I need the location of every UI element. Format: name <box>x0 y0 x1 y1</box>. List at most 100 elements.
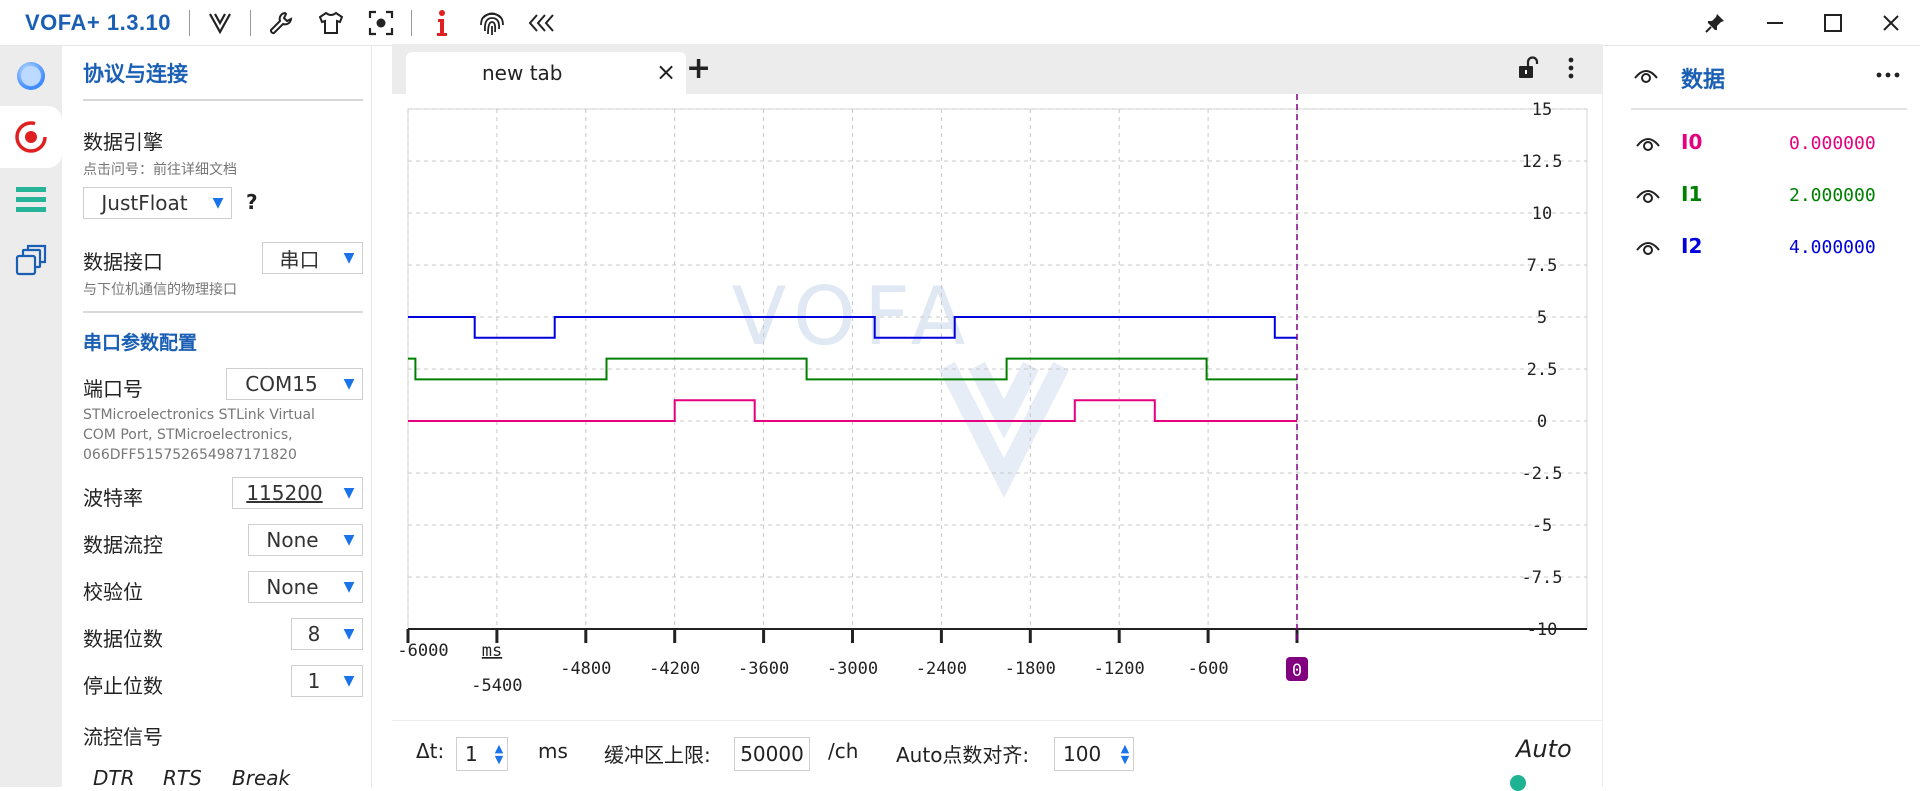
chevron-down-icon: ▼ <box>343 532 355 548</box>
app-title: VOFA+ 1.3.10 <box>25 9 172 35</box>
data-bits-label: 数据位数 <box>83 627 163 651</box>
y-tick-label: 12.5 <box>1522 152 1563 172</box>
auto-align-label: Auto点数对齐: <box>896 743 1030 767</box>
record-icon[interactable] <box>0 106 62 168</box>
eye-icon[interactable] <box>1635 238 1661 262</box>
tab-bar: new tab × + <box>392 44 1602 94</box>
toolbar-separator <box>250 9 252 36</box>
minimize-icon[interactable] <box>1750 0 1800 46</box>
data-bits-select[interactable]: 8 ▼ <box>291 618 363 650</box>
rts-toggle[interactable]: RTS <box>163 766 202 790</box>
collapse-left-icon[interactable] <box>522 3 562 43</box>
dt-label: Δt: <box>416 739 445 763</box>
eye-icon[interactable] <box>1635 186 1661 210</box>
x-tick-label: -1200 <box>1094 659 1145 679</box>
buffer-unit: /ch <box>828 739 859 763</box>
baud-select[interactable]: 115200 ▼ <box>232 477 363 509</box>
add-tab-button[interactable]: + <box>686 52 711 86</box>
x-tick-label: -3000 <box>827 659 878 679</box>
connection-icon[interactable] <box>0 46 62 106</box>
y-tick-label: -2.5 <box>1522 464 1563 484</box>
engine-hint: 点击问号：前往详细文档 <box>83 162 237 178</box>
stop-bits-label: 停止位数 <box>83 674 163 698</box>
section-title-protocol: 协议与连接 <box>83 62 188 86</box>
eye-icon[interactable] <box>1633 66 1659 90</box>
stop-bits-value: 1 <box>307 669 321 693</box>
channel-value: 0.000000 <box>1789 133 1876 154</box>
more-horizontal-icon[interactable] <box>1875 64 1901 83</box>
help-button[interactable]: ? <box>246 190 258 214</box>
vofa-logo-icon[interactable] <box>200 3 240 43</box>
plot-area[interactable]: VOFA 15 12.5 10 7.5 5 2.5 0 -2.5 -5 -7.5 -10 -6000 -5… <box>392 94 1602 714</box>
break-toggle[interactable]: Break <box>232 766 290 790</box>
channel-value: 2.000000 <box>1789 185 1876 206</box>
channel-name: I2 <box>1681 234 1703 258</box>
buffer-input[interactable]: 50000 <box>734 737 810 771</box>
dt-unit: ms <box>538 739 568 763</box>
waveform-chart[interactable]: VOFA1512.5107.552.50-2.5-5-7.5-10-6000-5… <box>392 94 1602 714</box>
x-tick-label: 0 <box>1292 661 1302 681</box>
x-tick-label: -5400 <box>471 676 522 696</box>
divider <box>1631 108 1907 110</box>
pin-icon[interactable] <box>1690 0 1740 46</box>
chevron-down-icon: ▼ <box>343 250 355 266</box>
section-title-serial: 串口参数配置 <box>83 332 198 354</box>
maximize-icon[interactable] <box>1808 0 1858 46</box>
flow-signal-label: 流控信号 <box>83 725 163 749</box>
port-description-line: STMicroelectronics STLink Virtual <box>83 407 315 423</box>
dt-value: 1 <box>465 742 478 766</box>
interface-select-value: 串口 <box>279 247 320 272</box>
spin-arrows-icon[interactable]: ▲ ▼ <box>1117 743 1133 765</box>
interface-hint: 与下位机通信的物理接口 <box>83 282 237 298</box>
y-tick-label: 5 <box>1537 308 1547 328</box>
chevron-down-icon: ▼ <box>212 195 224 211</box>
tab-new-tab[interactable]: new tab × <box>406 52 686 94</box>
info-icon[interactable] <box>422 3 462 43</box>
auto-button[interactable]: Auto <box>1516 735 1572 763</box>
channel-row[interactable]: I2 4.000000 <box>1603 228 1920 268</box>
divider <box>83 99 363 101</box>
flow-control-select[interactable]: None ▼ <box>248 524 363 556</box>
more-vertical-icon[interactable] <box>1567 56 1575 84</box>
close-window-icon[interactable] <box>1866 0 1916 46</box>
interface-select[interactable]: 串口 ▼ <box>262 242 363 274</box>
channel-name: I0 <box>1681 130 1703 154</box>
channel-row[interactable]: I0 0.000000 <box>1603 124 1920 164</box>
y-tick-label: 2.5 <box>1527 360 1558 380</box>
auto-align-spinbox[interactable]: 100 ▲ ▼ <box>1054 737 1134 771</box>
windows-icon[interactable] <box>0 230 62 290</box>
port-description-line: COM Port, STMicroelectronics, <box>83 427 293 443</box>
tshirt-icon[interactable] <box>311 3 351 43</box>
wrench-icon[interactable] <box>261 3 301 43</box>
y-tick-label: -7.5 <box>1522 568 1563 588</box>
eye-icon[interactable] <box>1635 134 1661 158</box>
screenshot-icon[interactable] <box>361 3 401 43</box>
dt-spinbox[interactable]: 1 ▲ ▼ <box>456 737 508 771</box>
chevron-down-icon: ▼ <box>343 673 355 689</box>
port-select[interactable]: COM15 ▼ <box>226 368 363 400</box>
engine-label: 数据引擎 <box>83 130 163 154</box>
fingerprint-icon[interactable] <box>472 3 512 43</box>
buffer-label: 缓冲区上限: <box>604 743 711 767</box>
parity-label: 校验位 <box>83 580 143 604</box>
y-tick-label: 15 <box>1532 100 1552 120</box>
unlock-icon[interactable] <box>1517 56 1539 84</box>
channel-row[interactable]: I1 2.000000 <box>1603 176 1920 216</box>
chevron-down-icon: ▼ <box>343 579 355 595</box>
data-panel: 数据 I0 0.000000 I1 2.000000 I2 4.000000 <box>1602 46 1920 787</box>
list-icon[interactable] <box>0 170 62 230</box>
spin-arrows-icon[interactable]: ▲ ▼ <box>491 743 507 765</box>
data-panel-title: 数据 <box>1681 68 1726 93</box>
x-unit-label: ms <box>482 641 502 661</box>
stop-bits-select[interactable]: 1 ▼ <box>291 665 363 697</box>
parity-select[interactable]: None ▼ <box>248 571 363 603</box>
tab-label: new tab <box>482 61 563 85</box>
engine-select[interactable]: JustFloat ▼ <box>83 187 232 219</box>
y-tick-label: -5 <box>1532 516 1552 536</box>
baud-label: 波特率 <box>83 486 143 510</box>
chevron-down-icon: ▼ <box>343 485 355 501</box>
close-tab-icon[interactable]: × <box>656 58 676 86</box>
x-tick-label: -4200 <box>649 659 700 679</box>
flow-control-value: None <box>266 528 319 552</box>
dtr-toggle[interactable]: DTR <box>93 766 135 790</box>
